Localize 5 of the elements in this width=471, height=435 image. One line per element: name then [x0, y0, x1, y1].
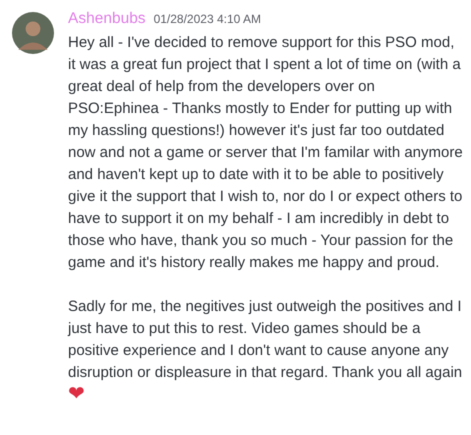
- author-name[interactable]: Ashenbubs: [68, 10, 146, 28]
- message-text: Sadly for me, the negitives just outweigh the positives and I just have to put this to rest. Video games should be a positive experience and I don't want to cause anyone any disruption or displeasure in that regard. Thank you all again ❤: [68, 297, 464, 407]
- avatar[interactable]: [12, 12, 54, 54]
- message-text: Hey all - I've decided to remove support for this PSO mod, it was a great fun project that I spent a lot of time on (with a great deal of help from the developers over on PSO:Ephinea - Thanks mostly to Ender for putting up with my hassling questions!) however it's just far too outdated now and not a game or server that I'm familar with anymore and haven't kept up to date with it to be able to positively give it the support that I wish to, nor do I or expect others to have to support it on my behalf - I am incredibly in debt to those who have, thank you so much - Your passion for the game and it's history really makes me happy and proud.: [68, 33, 464, 273]
- timestamp: 01/28/2023 4:10 AM: [154, 12, 261, 26]
